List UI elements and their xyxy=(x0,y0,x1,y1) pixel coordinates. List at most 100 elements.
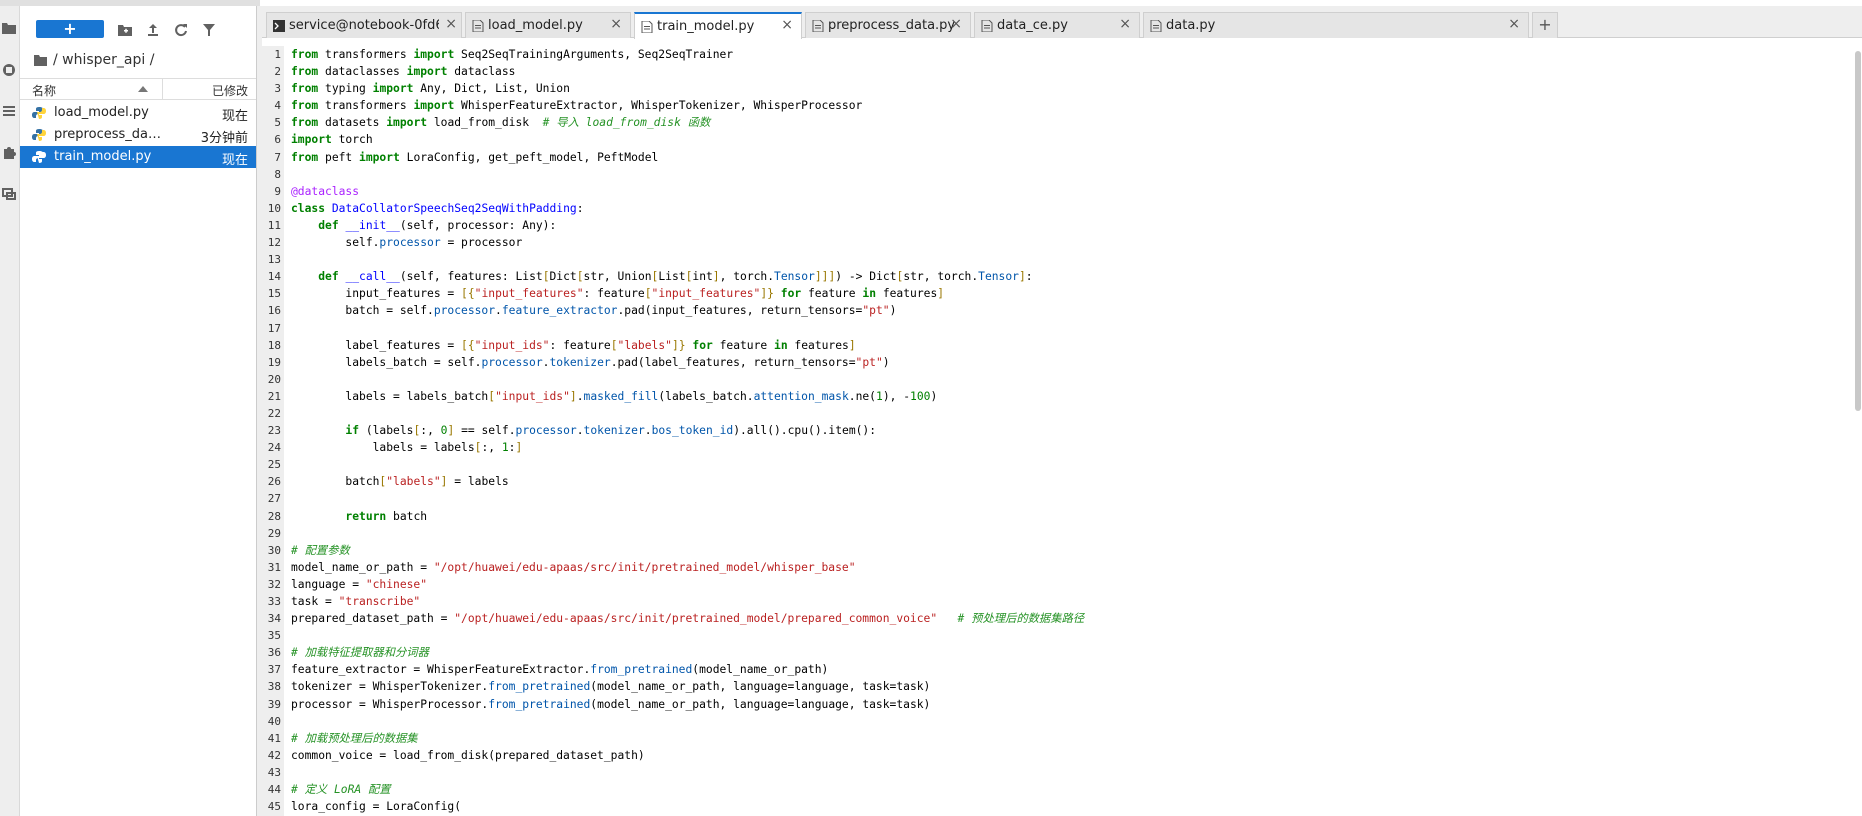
file-item-load-model[interactable]: load_model.py 现在 xyxy=(20,102,256,124)
close-icon[interactable]: × xyxy=(1508,16,1520,32)
line-number: 15 xyxy=(267,287,281,301)
code-line[interactable]: ​ xyxy=(291,371,1831,388)
code-line[interactable]: lora_config = LoraConfig( xyxy=(291,798,1831,815)
code-line[interactable]: ​ xyxy=(291,405,1831,422)
line-number: 1 xyxy=(274,48,281,61)
close-icon[interactable]: × xyxy=(781,17,793,33)
line-number: 6 xyxy=(274,133,281,147)
code-line[interactable]: from transformers import WhisperFeatureE… xyxy=(291,97,1831,114)
code-line[interactable]: ​ xyxy=(291,320,1831,337)
code-line[interactable]: # 定义 LoRA 配置 xyxy=(291,781,1831,798)
line-number: 22 xyxy=(267,406,281,420)
code-editor[interactable]: 1 2 3 4 5 6 7 8 9 10 11 12 13 14 15 16 17 18 19 20 21 22 23 24 2… xyxy=(262,39,1852,816)
line-number: 11 xyxy=(267,218,281,232)
line-number: 28 xyxy=(267,509,281,523)
code-line[interactable]: @dataclass xyxy=(291,183,1831,200)
activity-bar xyxy=(0,6,20,816)
code-line[interactable]: from typing import Any, Dict, List, Unio… xyxy=(291,80,1831,97)
tab-data-ce[interactable]: data_ce.py × xyxy=(974,12,1140,38)
tab-data[interactable]: data.py × xyxy=(1143,12,1529,38)
code-line[interactable]: def __init__(self, processor: Any): xyxy=(291,217,1831,234)
code-line[interactable]: labels = labels[:, 1:] xyxy=(291,439,1831,456)
running-kernels-icon[interactable] xyxy=(1,62,17,78)
file-item-train-model[interactable]: train_model.py 现在 xyxy=(20,146,256,168)
code-line[interactable]: ​ xyxy=(291,764,1831,781)
editor-scrollbar[interactable] xyxy=(1852,39,1862,816)
code-line[interactable]: if (labels[:, 0] == self.processor.token… xyxy=(291,422,1831,439)
code-line[interactable]: common_voice = load_from_disk(prepared_d… xyxy=(291,747,1831,764)
code-line[interactable]: labels = labels_batch["input_ids"].maske… xyxy=(291,388,1831,405)
code-content[interactable]: from transformers import Seq2SeqTraining… xyxy=(291,46,1831,815)
code-line[interactable]: labels_batch = self.processor.tokenizer.… xyxy=(291,354,1831,371)
new-folder-icon[interactable] xyxy=(116,21,134,39)
code-line[interactable]: import torch xyxy=(291,131,1831,148)
code-line[interactable]: input_features = [{"input_features": fea… xyxy=(291,285,1831,302)
add-tab-button[interactable]: + xyxy=(1532,12,1558,38)
code-line[interactable]: ​ xyxy=(291,251,1831,268)
code-line[interactable]: ​ xyxy=(291,713,1831,730)
code-line[interactable]: from transformers import Seq2SeqTraining… xyxy=(291,46,1831,63)
terminal-icon xyxy=(273,20,285,32)
code-line[interactable]: # 加载预处理后的数据集 xyxy=(291,730,1831,747)
sort-ascending-icon[interactable] xyxy=(138,86,148,92)
tab-preprocess-data[interactable]: preprocess_data.py × xyxy=(805,12,971,38)
line-number: 18 xyxy=(267,338,281,352)
line-number: 33 xyxy=(267,595,281,608)
code-line[interactable]: label_features = [{"input_ids": feature[… xyxy=(291,337,1831,354)
column-header-modified[interactable]: 已修改 xyxy=(212,82,248,99)
code-line[interactable]: tokenizer = WhisperTokenizer.from_pretra… xyxy=(291,678,1831,695)
code-line[interactable]: self.processor = processor xyxy=(291,234,1831,251)
column-header-name[interactable]: 名称 xyxy=(32,82,56,99)
code-line[interactable]: return batch xyxy=(291,508,1831,525)
column-divider[interactable] xyxy=(162,79,163,99)
code-line[interactable]: prepared_dataset_path = "/opt/huawei/edu… xyxy=(291,610,1831,627)
tab-train-model[interactable]: train_model.py × xyxy=(634,12,802,39)
breadcrumb-path[interactable]: / whisper_api / xyxy=(53,52,154,68)
close-icon[interactable]: × xyxy=(950,16,962,32)
folder-icon[interactable] xyxy=(1,20,17,36)
breadcrumb[interactable]: / whisper_api / xyxy=(34,50,154,70)
code-line[interactable]: batch["labels"] = labels xyxy=(291,473,1831,490)
tab-bar: service@notebook-0fd663 × load_model.py … xyxy=(262,6,1862,39)
code-line[interactable]: language = "chinese" xyxy=(291,576,1831,593)
line-number: 31 xyxy=(267,560,281,574)
code-line[interactable]: class DataCollatorSpeechSeq2SeqWithPaddi… xyxy=(291,200,1831,217)
code-line[interactable]: ​ xyxy=(291,490,1831,507)
code-line[interactable]: task = "transcribe" xyxy=(291,593,1831,610)
code-line[interactable]: ​ xyxy=(291,456,1831,473)
file-icon xyxy=(641,21,653,33)
tab-load-model[interactable]: load_model.py × xyxy=(465,12,631,38)
file-item-preprocess-data[interactable]: preprocess_data.... 3分钟前 xyxy=(20,124,256,146)
code-line[interactable]: ​ xyxy=(291,627,1831,644)
line-number: 41 xyxy=(267,731,281,745)
code-line[interactable]: # 配置参数 xyxy=(291,542,1831,559)
code-line[interactable]: processor = WhisperProcessor.from_pretra… xyxy=(291,696,1831,713)
extension-puzzle-icon[interactable] xyxy=(1,144,17,160)
table-of-contents-icon[interactable] xyxy=(1,103,17,119)
code-line[interactable]: batch = self.processor.feature_extractor… xyxy=(291,302,1831,319)
code-line[interactable]: model_name_or_path = "/opt/huawei/edu-ap… xyxy=(291,559,1831,576)
close-icon[interactable]: × xyxy=(445,16,457,32)
refresh-icon[interactable] xyxy=(172,21,190,39)
new-launcher-button[interactable]: + xyxy=(36,20,104,38)
file-list-header: 名称 已修改 xyxy=(20,78,256,100)
upload-icon[interactable] xyxy=(144,21,162,39)
close-icon[interactable]: × xyxy=(1119,16,1131,32)
line-number: 25 xyxy=(267,458,281,472)
code-line[interactable]: def __call__(self, features: List[Dict[s… xyxy=(291,268,1831,285)
scrollbar-thumb[interactable] xyxy=(1855,51,1861,411)
code-line[interactable]: ​ xyxy=(291,525,1831,542)
code-line[interactable]: from dataclasses import dataclass xyxy=(291,63,1831,80)
code-line[interactable]: ​ xyxy=(291,166,1831,183)
chat-icon[interactable] xyxy=(1,186,17,202)
filter-icon[interactable] xyxy=(200,21,218,39)
line-number: 29 xyxy=(267,526,281,540)
tab-terminal[interactable]: service@notebook-0fd663 × xyxy=(266,12,462,38)
file-modified: 现在 xyxy=(221,153,248,168)
close-icon[interactable]: × xyxy=(610,16,622,32)
code-line[interactable]: from peft import LoraConfig, get_peft_mo… xyxy=(291,149,1831,166)
line-number: 21 xyxy=(267,389,281,403)
code-line[interactable]: # 加载特征提取器和分词器 xyxy=(291,644,1831,661)
code-line[interactable]: feature_extractor = WhisperFeatureExtrac… xyxy=(291,661,1831,678)
code-line[interactable]: from datasets import load_from_disk # 导入… xyxy=(291,114,1831,131)
